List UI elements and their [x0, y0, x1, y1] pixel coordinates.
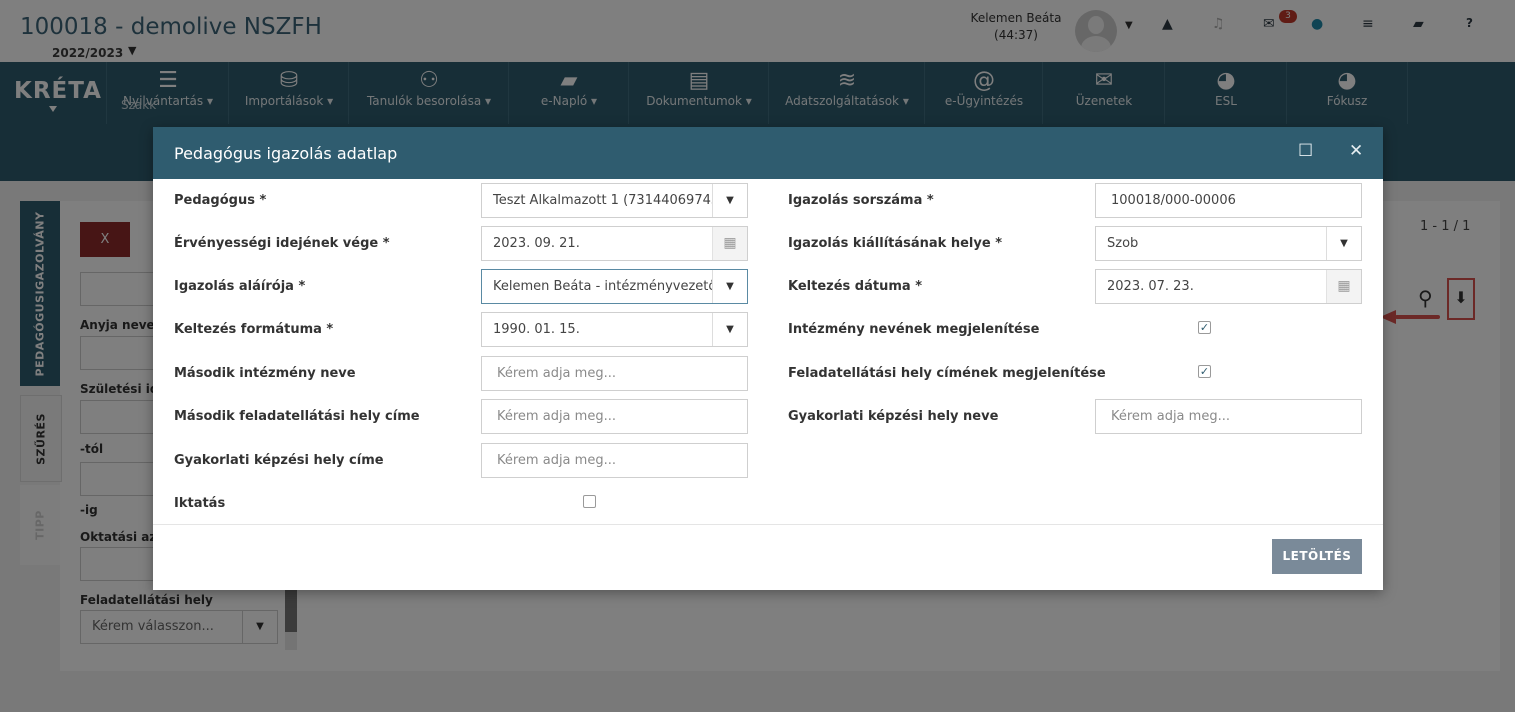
field-label: Második feladatellátási hely címe: [174, 409, 420, 424]
select-value: Teszt Alkalmazott 1 (73144069745): [493, 193, 725, 208]
validity-end-date-input[interactable]: 2023. 09. 21. ▦: [481, 226, 748, 261]
date-format-select[interactable]: 1990. 01. 15. ▼: [481, 312, 748, 347]
field-label: Érvényességi idejének vége *: [174, 236, 390, 251]
field-label: Keltezés dátuma *: [788, 279, 922, 294]
field-label: Igazolás aláírója *: [174, 279, 306, 294]
calendar-icon[interactable]: ▦: [712, 227, 747, 260]
second-site-address-input[interactable]: Kérem adja meg...: [481, 399, 748, 434]
input-placeholder: Kérem adja meg...: [497, 453, 616, 468]
teacher-select[interactable]: Teszt Alkalmazott 1 (73144069745) ▼: [481, 183, 748, 218]
signer-select[interactable]: Kelemen Beáta - intézményvezető ▼: [481, 269, 748, 304]
calendar-icon[interactable]: ▦: [1326, 270, 1361, 303]
second-institution-name-input[interactable]: Kérem adja meg...: [481, 356, 748, 391]
certificate-number-input[interactable]: 100018/000-00006: [1095, 183, 1362, 218]
modal-header: Pedagógus igazolás adatlap ☐ ✕: [153, 127, 1383, 179]
field-label: Keltezés formátuma *: [174, 322, 334, 337]
field-label: Gyakorlati képzési hely címe: [174, 453, 384, 468]
field-label: Feladatellátási hely címének megjeleníté…: [788, 366, 1106, 381]
field-label: Második intézmény neve: [174, 366, 356, 381]
select-value: Szob: [1107, 236, 1139, 251]
select-value: Kelemen Beáta - intézményvezető: [493, 279, 717, 294]
training-site-address-input[interactable]: Kérem adja meg...: [481, 443, 748, 478]
field-label: Intézmény nevének megjelenítése: [788, 322, 1040, 337]
close-icon[interactable]: ✕: [1349, 141, 1363, 161]
issue-place-select[interactable]: Szob ▼: [1095, 226, 1362, 261]
registration-checkbox[interactable]: [583, 495, 596, 508]
chevron-down-icon: ▼: [1326, 227, 1361, 260]
maximize-icon[interactable]: ☐: [1298, 141, 1313, 161]
chevron-down-icon: ▼: [712, 184, 747, 217]
input-value: 2023. 07. 23.: [1107, 279, 1194, 294]
show-institution-name-checkbox[interactable]: ✓: [1198, 321, 1211, 334]
download-button[interactable]: LETÖLTÉS: [1272, 539, 1362, 574]
field-label: Gyakorlati képzési hely neve: [788, 409, 999, 424]
page: 100018 - demolive NSZFH 2022/2023 ▼ Kele…: [0, 0, 1515, 712]
input-placeholder: Kérem adja meg...: [1111, 409, 1230, 424]
chevron-down-icon: ▼: [712, 270, 747, 303]
input-placeholder: Kérem adja meg...: [497, 409, 616, 424]
chevron-down-icon: ▼: [712, 313, 747, 346]
modal-divider: [153, 524, 1383, 525]
field-label: Igazolás kiállításának helye *: [788, 236, 1002, 251]
input-value: 100018/000-00006: [1111, 193, 1236, 208]
show-site-address-checkbox[interactable]: ✓: [1198, 365, 1211, 378]
field-label: Iktatás: [174, 496, 226, 511]
select-value: 1990. 01. 15.: [493, 322, 580, 337]
input-value: 2023. 09. 21.: [493, 236, 580, 251]
input-placeholder: Kérem adja meg...: [497, 366, 616, 381]
training-site-name-input[interactable]: Kérem adja meg...: [1095, 399, 1362, 434]
modal-title: Pedagógus igazolás adatlap: [174, 144, 398, 163]
teacher-certificate-modal: Pedagógus igazolás adatlap ☐ ✕ Pedagógus…: [153, 127, 1383, 590]
field-label: Igazolás sorszáma *: [788, 193, 934, 208]
date-of-issue-input[interactable]: 2023. 07. 23. ▦: [1095, 269, 1362, 304]
field-label: Pedagógus *: [174, 193, 267, 208]
